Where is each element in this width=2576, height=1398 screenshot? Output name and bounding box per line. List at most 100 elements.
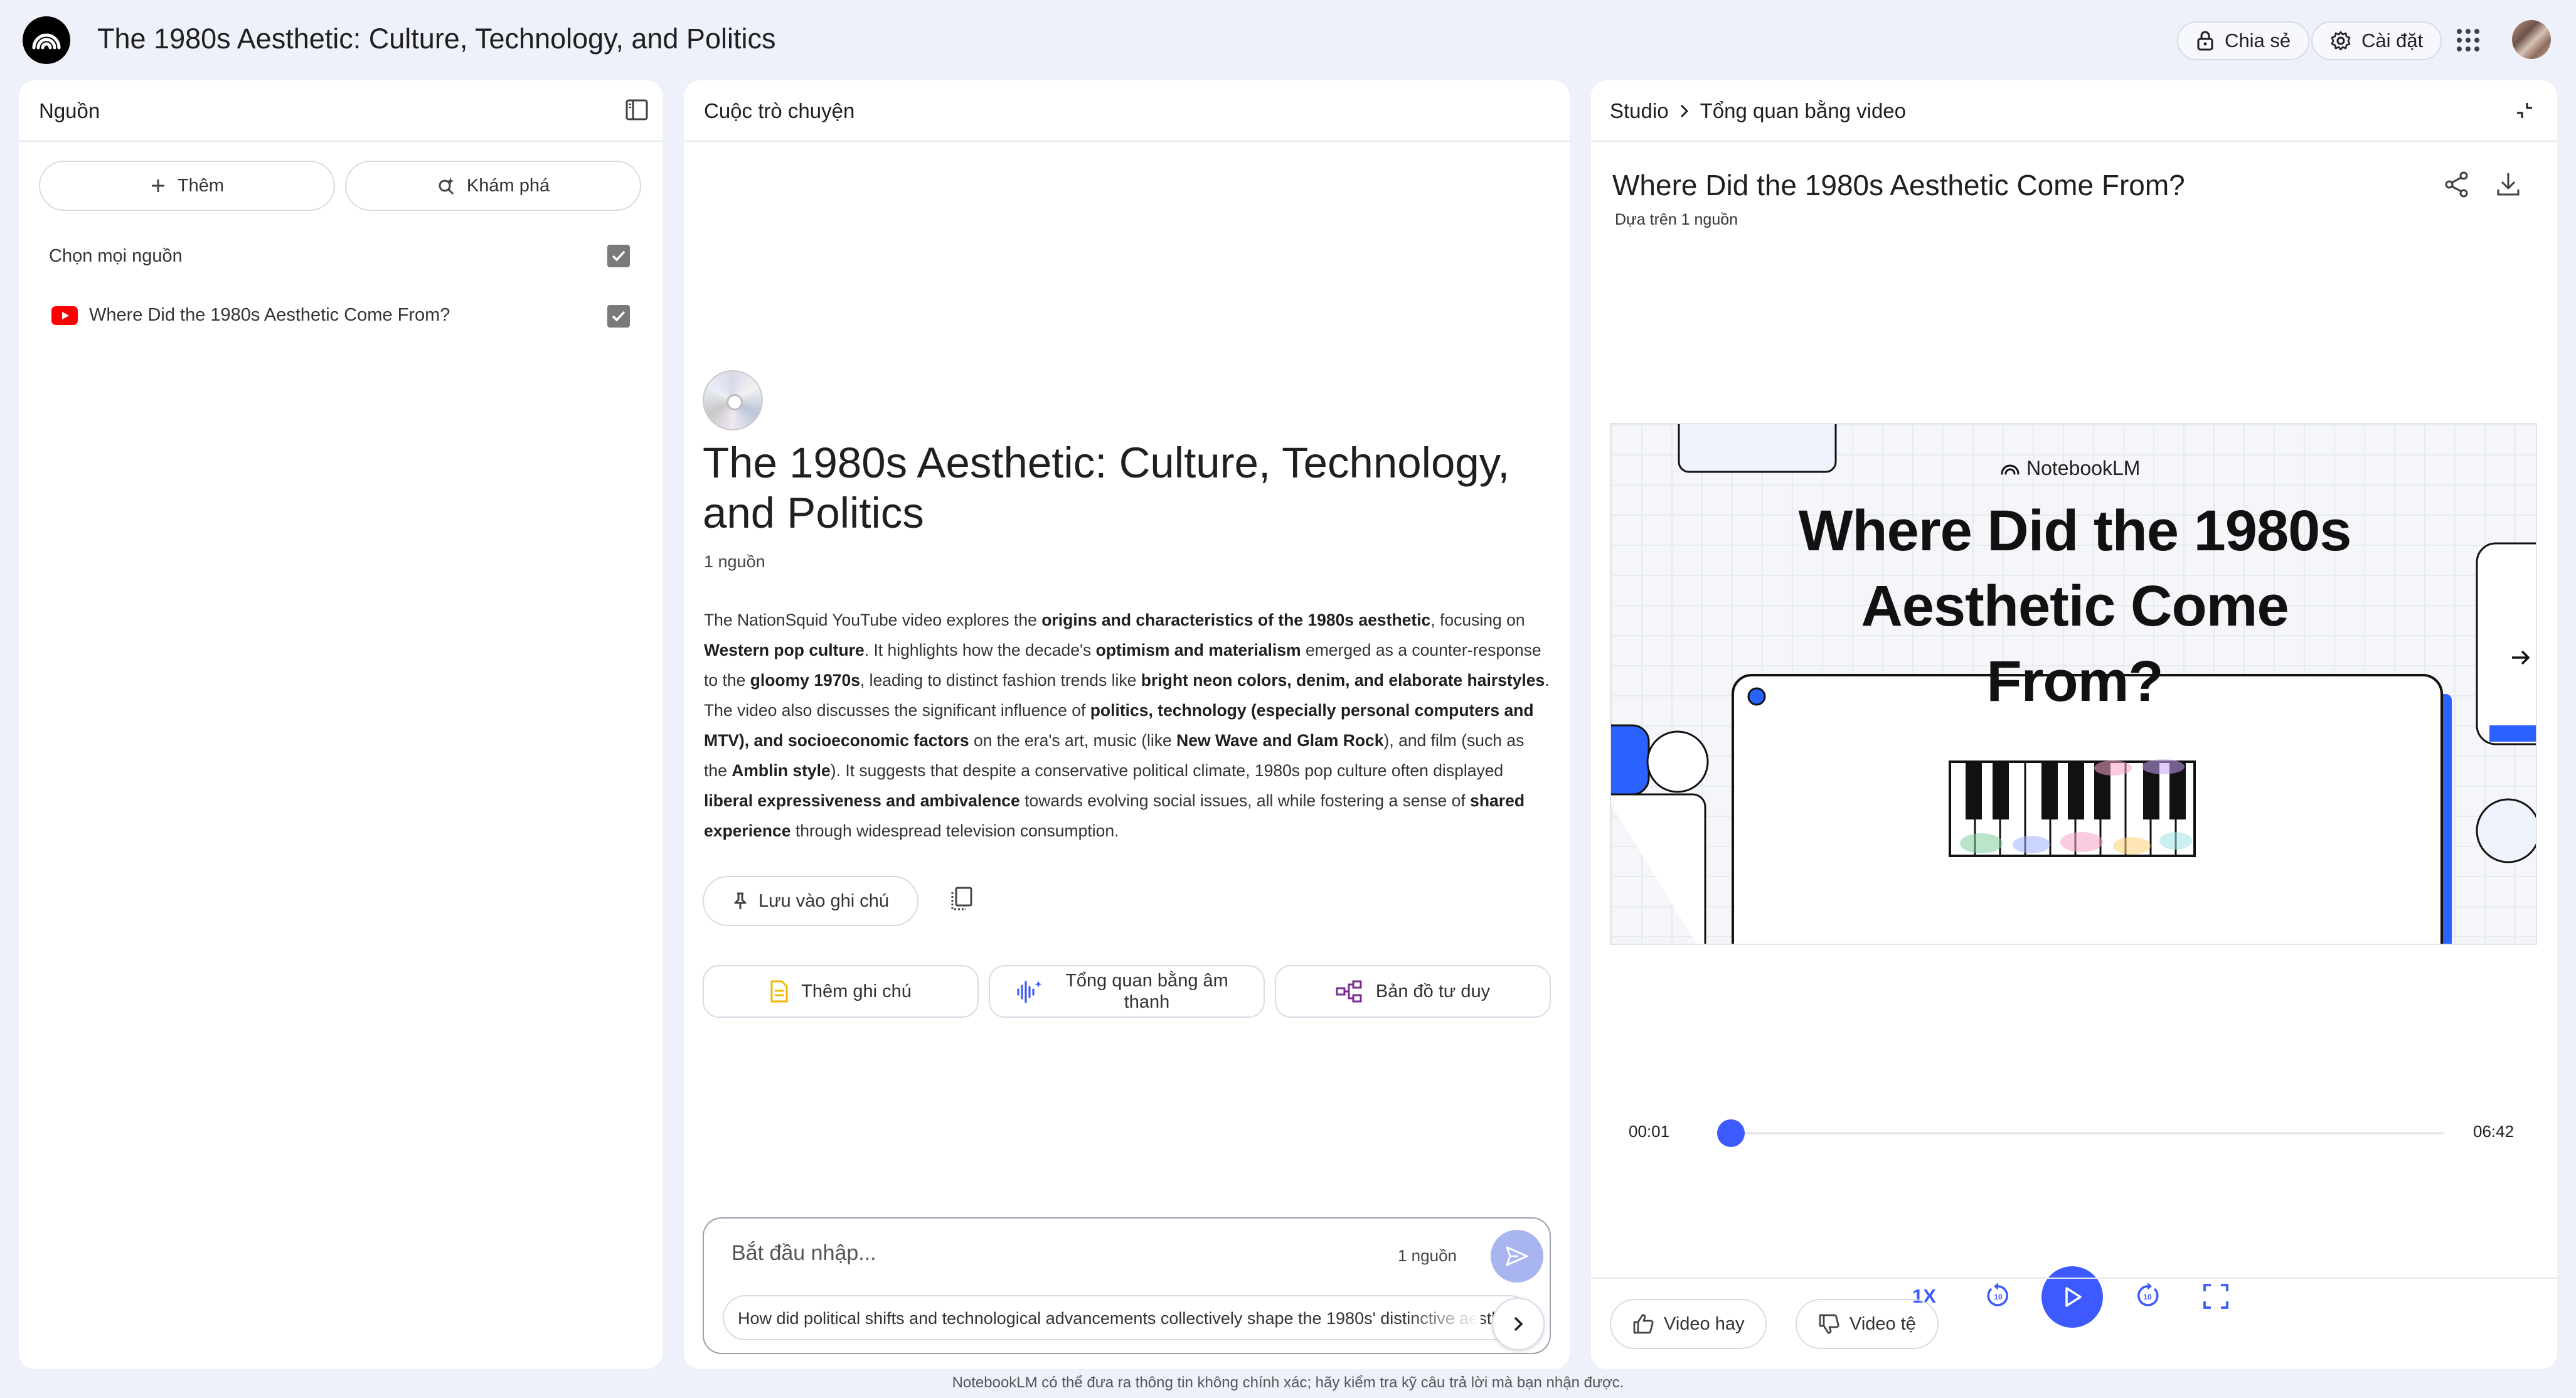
sources-header: Nguồn [19,80,663,142]
add-note-button[interactable]: Thêm ghi chú [703,965,979,1018]
pin-icon [734,892,747,909]
forward-10-icon[interactable]: 10 [2133,1281,2162,1310]
search-sparkle-icon [439,178,454,195]
share-label: Chia sẻ [2225,29,2291,51]
mind-map-label: Bản đồ tư duy [1375,981,1491,1001]
summary-text: towards evolving social issues, all whil… [1019,791,1471,810]
chevron-right-icon [1514,1316,1523,1331]
add-source-button[interactable]: Thêm [39,161,335,211]
next-slide-icon[interactable] [2508,645,2533,670]
composer-source-count: 1 nguồn [1398,1246,1457,1265]
slide-title: Where Did the 1980s Aesthetic Come From? [1611,493,2536,719]
notebook-title[interactable]: The 1980s Aesthetic: Culture, Technology… [97,23,775,55]
send-icon [1506,1246,1528,1266]
notebooklm-logo-icon[interactable] [23,16,70,64]
thumbs-up-icon [1633,1314,1654,1334]
share-button[interactable]: Chia sẻ [2177,21,2310,60]
audio-overview-label: Tổng quan bằng âm thanh [1065,971,1228,1012]
notebook-summary: The NationSquid YouTube video explores t… [704,605,1551,846]
slide-brand-label: NotebookLM [2026,457,2141,479]
bad-video-label: Video tệ [1850,1313,1916,1334]
summary-highlight: New Wave and Glam Rock [1176,731,1384,750]
breadcrumb: Studio Tổng quan bằng video [1610,99,1906,123]
source-item-label[interactable]: Where Did the 1980s Aesthetic Come From? [89,305,450,326]
save-to-note-button[interactable]: Lưu vào ghi chú [703,876,918,926]
slide-brand: NotebookLM [2000,457,2140,480]
summary-highlight: optimism and materialism [1095,641,1301,659]
play-icon [2065,1287,2082,1307]
bad-video-button[interactable]: Video tệ [1796,1299,1939,1349]
studio-panel: Studio Tổng quan bằng video Where Did th… [1591,80,2557,1369]
plus-icon [151,179,164,192]
summary-text: through widespread television consumptio… [790,821,1119,840]
save-to-note-label: Lưu vào ghi chú [758,890,890,911]
top-bar: The 1980s Aesthetic: Culture, Technology… [0,0,2576,79]
feedback-divider [1591,1278,2557,1279]
summary-highlight: liberal expressiveness and ambivalence [704,791,1020,810]
settings-button[interactable]: Cài đặt [2311,21,2442,60]
suggested-question-chip[interactable]: How did political shifts and technologic… [723,1295,1532,1340]
next-suggestion-button[interactable] [1492,1298,1545,1350]
progress-track[interactable] [1729,1132,2444,1134]
collapse-panel-icon[interactable] [625,98,649,122]
slide-title-text: Where Did the 1980s Aesthetic Come From? [1798,499,2352,713]
summary-highlight: gloomy 1970s [750,671,860,690]
breadcrumb-studio[interactable]: Studio [1610,99,1669,123]
svg-text:10: 10 [1994,1293,2003,1301]
summary-text: The NationSquid YouTube video explores t… [704,611,1042,629]
svg-text:10: 10 [2143,1293,2152,1301]
apps-grid-icon[interactable] [2456,28,2481,53]
progress-thumb[interactable] [1716,1119,1745,1147]
summary-text: . It highlights how the decade's [864,641,1096,659]
settings-label: Cài đặt [2361,29,2424,51]
summary-text: , focusing on [1430,611,1525,629]
select-all-checkbox[interactable] [607,245,630,267]
download-icon[interactable] [2494,171,2522,198]
chat-input[interactable] [732,1237,1346,1269]
total-time: 06:42 [2473,1122,2515,1141]
summary-text: ). It suggests that despite a conservati… [830,761,1504,780]
notebooklm-logo-icon [2001,464,2020,474]
avatar[interactable] [2512,20,2551,59]
share-icon[interactable] [2443,171,2471,198]
play-button[interactable] [2041,1266,2103,1328]
current-time: 00:01 [1629,1122,1670,1141]
summary-text: , leading to distinct fashion trends lik… [860,671,1141,690]
video-title: Where Did the 1980s Aesthetic Come From? [1612,169,2185,201]
mind-map-icon [1336,980,1362,1003]
send-button[interactable] [1491,1230,1543,1283]
note-icon [770,980,788,1003]
good-video-button[interactable]: Video hay [1610,1299,1767,1349]
add-source-label: Thêm [177,175,225,196]
video-subtitle: Dựa trên 1 nguồn [1615,211,1738,228]
notebook-cd-icon [703,370,763,430]
chat-composer: 1 nguồn How did political shifts and tec… [703,1217,1551,1354]
mind-map-button[interactable]: Bản đồ tư duy [1275,965,1551,1018]
video-player-frame[interactable]: NotebookLM Where Did the 1980s Aesthetic… [1610,423,2537,945]
audio-overview-button[interactable]: Tổng quan bằng âm thanh [989,965,1265,1018]
copy-icon[interactable] [950,886,974,912]
sources-panel: Nguồn Thêm Khám phá Chọn mọi nguồn Where… [19,80,663,1369]
notebook-source-count: 1 nguồn [704,552,765,571]
chat-title: Cuộc trò chuyện [704,99,855,122]
youtube-icon [51,306,78,325]
collapse-view-icon[interactable] [2513,99,2536,122]
lock-icon [2197,31,2213,51]
select-all-label: Chọn mọi nguồn [49,246,183,266]
fullscreen-icon[interactable] [2202,1283,2230,1310]
rewind-10-icon[interactable]: 10 [1984,1281,2013,1310]
video-progress-bar[interactable]: 00:01 06:42 [1629,1114,2532,1152]
summary-highlight: bright neon colors, denim, and elaborate… [1141,671,1545,690]
summary-text: on the era's art, music (like [969,731,1177,750]
explore-sources-button[interactable]: Khám phá [345,161,641,211]
breadcrumb-current: Tổng quan bằng video [1700,99,1907,122]
source-item-checkbox[interactable] [607,305,630,328]
notebook-heading: The 1980s Aesthetic: Culture, Technology… [703,439,1510,537]
sources-title: Nguồn [39,99,100,122]
disclaimer: NotebookLM có thể đưa ra thông tin không… [952,1374,1624,1391]
add-note-label: Thêm ghi chú [801,981,912,1001]
chevron-right-icon [1680,104,1688,118]
studio-header: Studio Tổng quan bằng video [1591,80,2557,142]
summary-highlight: origins and characteristics of the 1980s… [1041,611,1431,629]
chat-panel: Cuộc trò chuyện The 1980s Aesthetic: Cul… [684,80,1570,1369]
